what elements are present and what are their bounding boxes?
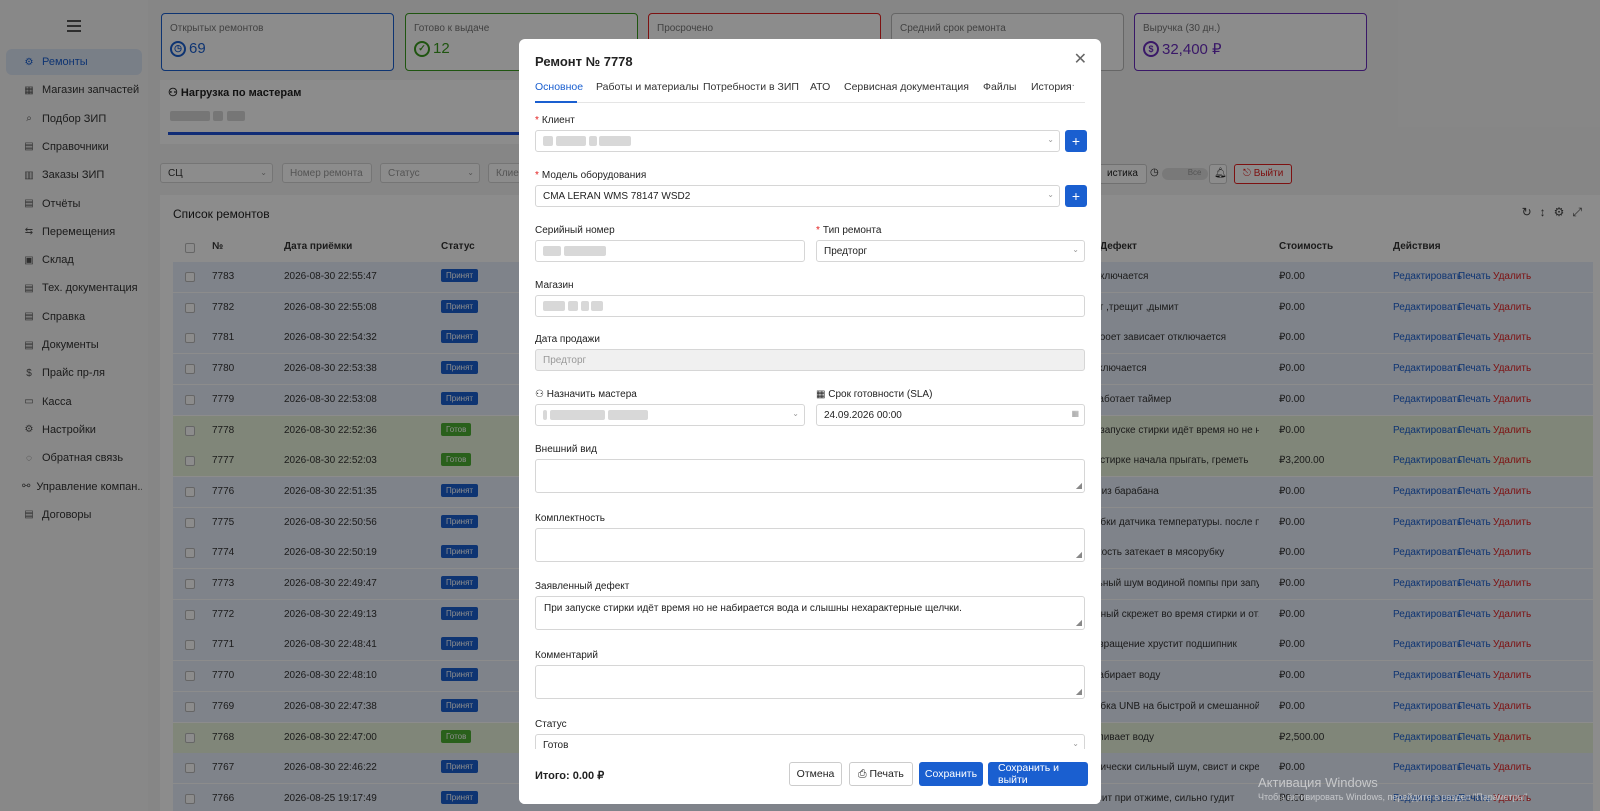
model-select[interactable]: CMA LERAN WMS 78147 WSD2 ⌄ (535, 185, 1060, 207)
chevron-down-icon: ⌄ (792, 409, 799, 418)
windows-activation-text: Чтобы активировать Windows, перейдите в … (1258, 792, 1530, 802)
comment-label: Комментарий (535, 650, 598, 661)
tab-files[interactable]: Файлы (983, 81, 1016, 93)
add-model-button[interactable]: + (1065, 185, 1087, 207)
modal-title: Ремонт № 7778 (535, 54, 633, 69)
windows-activation-title: Активация Windows (1258, 775, 1378, 790)
required-icon: * (816, 225, 820, 236)
sale-date-input: Предторг (535, 349, 1085, 371)
cancel-button[interactable]: Отмена (789, 762, 842, 786)
client-select[interactable]: ⌄ (535, 130, 1060, 152)
add-client-button[interactable]: + (1065, 130, 1087, 152)
sla-value: 24.09.2026 00:00 (824, 410, 902, 421)
required-icon: * (535, 170, 539, 181)
tab-service-docs[interactable]: Сервисная документация (844, 81, 969, 93)
repair-type-value: Предторг (824, 246, 868, 257)
print-button[interactable]: ⎙ Печать (849, 762, 913, 786)
completeness-label: Комплектность (535, 513, 606, 524)
sla-date-picker[interactable]: 24.09.2026 00:00 ▦ (816, 404, 1085, 426)
appearance-label: Внешний вид (535, 444, 597, 455)
repair-type-select[interactable]: Предторг ⌄ (816, 240, 1085, 262)
active-tab-indicator (535, 101, 577, 103)
save-and-exit-button[interactable]: Сохранить и выйти (988, 762, 1088, 786)
defect-value: При запуске стирки идёт время но не наби… (544, 603, 962, 614)
required-icon: * (535, 115, 539, 126)
appearance-textarea[interactable]: ◢ (535, 459, 1085, 493)
modal-footer: Итого: 0.00 ₽ Отмена ⎙ Печать Сохранить … (519, 749, 1101, 804)
modal-tabs: Основное Работы и материалы Потребности … (535, 79, 1085, 103)
shop-label: Магазин (535, 280, 574, 291)
sale-date-label: Дата продажи (535, 334, 600, 345)
master-select[interactable]: ⌄ (535, 404, 805, 426)
sla-label: Срок готовности (SLA) (828, 389, 933, 400)
resize-handle-icon[interactable]: ◢ (1076, 618, 1082, 627)
user-icon: ⚇ (535, 389, 547, 400)
serial-input[interactable] (535, 240, 805, 262)
chevron-down-icon: ⌄ (1047, 190, 1054, 199)
chevron-down-icon: ⌄ (1072, 739, 1079, 748)
calendar-icon: ▦ (816, 389, 829, 400)
tab-works-materials[interactable]: Работы и материалы (596, 81, 699, 93)
master-label: Назначить мастера (546, 389, 637, 400)
status-label: Статус (535, 719, 567, 730)
model-label: Модель оборудования (541, 170, 647, 181)
resize-handle-icon[interactable]: ◢ (1076, 550, 1082, 559)
completeness-textarea[interactable]: ◢ (535, 528, 1085, 562)
repair-type-label: Тип ремонта (822, 225, 882, 236)
chevron-down-icon: ⌄ (1072, 245, 1079, 254)
resize-handle-icon[interactable]: ◢ (1076, 687, 1082, 696)
total-amount: Итого: 0.00 ₽ (535, 770, 605, 782)
save-button[interactable]: Сохранить (919, 762, 983, 786)
defect-label: Заявленный дефект (535, 581, 630, 592)
calendar-icon: ▦ (1071, 409, 1079, 418)
model-value: CMA LERAN WMS 78147 WSD2 (543, 191, 691, 202)
tab-ato[interactable]: АТО (810, 81, 830, 93)
chevron-down-icon: ⌄ (1047, 135, 1054, 144)
shop-input[interactable] (535, 295, 1085, 317)
tab-spare-needs[interactable]: Потребности в ЗИП (703, 81, 799, 93)
printer-icon: ⎙ (858, 767, 870, 780)
close-icon[interactable]: ✕ (1074, 49, 1087, 69)
tabs-more-icon[interactable]: ··· (1065, 79, 1076, 91)
tab-main[interactable]: Основное (535, 81, 583, 93)
defect-textarea[interactable]: При запуске стирки идёт время но не наби… (535, 596, 1085, 630)
resize-handle-icon[interactable]: ◢ (1076, 481, 1082, 490)
repair-modal: Ремонт № 7778 ✕ Основное Работы и матери… (519, 39, 1101, 804)
comment-textarea[interactable]: ◢ (535, 665, 1085, 699)
serial-label: Серийный номер (535, 225, 615, 236)
client-label: Клиент (541, 115, 575, 126)
